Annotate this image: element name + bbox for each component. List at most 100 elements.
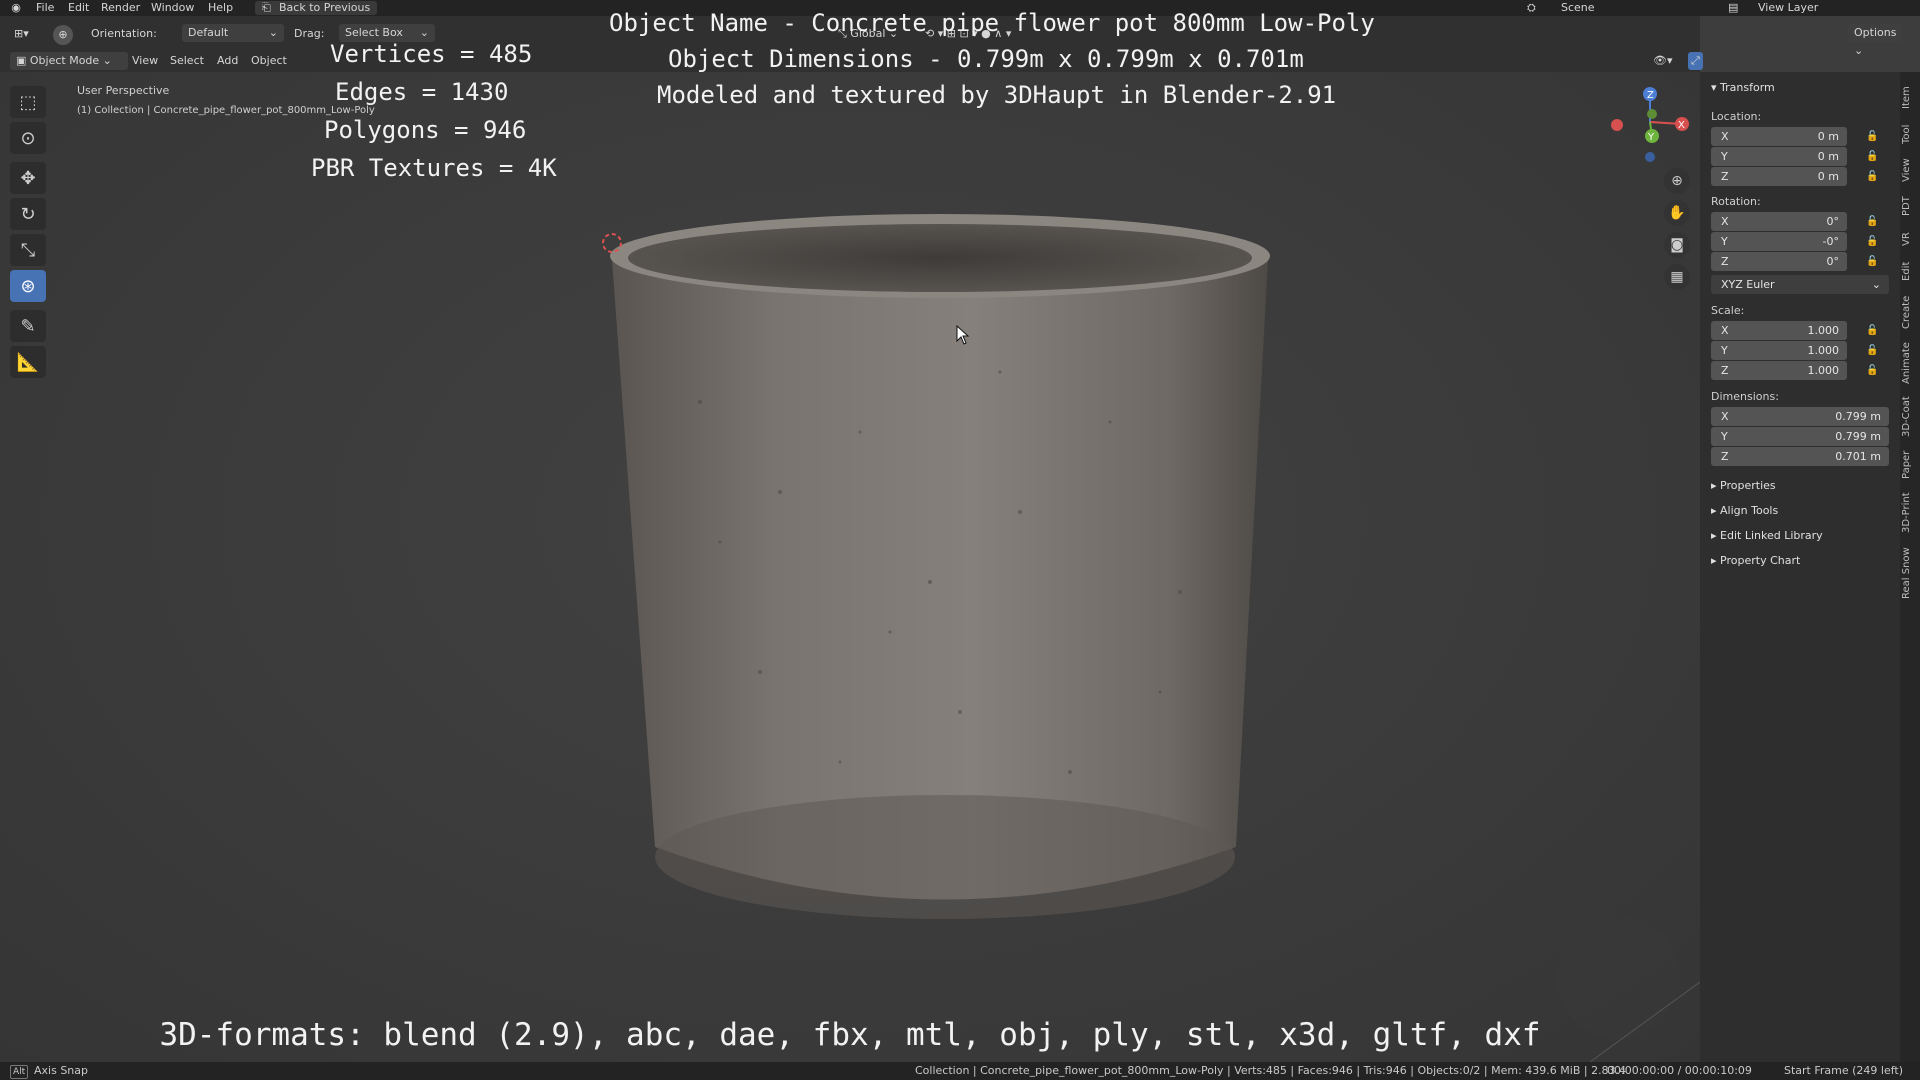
tab-item[interactable]: Item	[1901, 84, 1919, 112]
axis-label: Z	[1721, 450, 1729, 463]
axis-label: X	[1721, 130, 1729, 143]
section-title: Edit Linked Library	[1720, 529, 1823, 542]
lock-icon[interactable]: 🔓	[1866, 325, 1878, 337]
options-label: Options	[1854, 26, 1897, 39]
axis-label: X	[1721, 215, 1729, 228]
tab-pdt[interactable]: PDT	[1901, 192, 1919, 220]
menu-help[interactable]: Help	[208, 0, 233, 16]
menu-select[interactable]: Select	[170, 52, 204, 70]
view-layer-icon[interactable]: ▤	[1728, 0, 1738, 16]
tab-real-snow[interactable]: Real Snow	[1901, 544, 1919, 602]
viewport-collection-label: (1) Collection | Concrete_pipe_flower_po…	[77, 105, 375, 116]
scale-z-field[interactable]: Z 1.000	[1711, 361, 1847, 380]
lock-icon[interactable]: 🔓	[1866, 365, 1878, 377]
viewport-scene: Z X Y	[602, 87, 1700, 1062]
dimensions-z-field[interactable]: Z 0.701 m	[1711, 447, 1889, 466]
lock-icon[interactable]: 🔓	[1866, 151, 1878, 163]
pan-hand-icon[interactable]: ✋	[1664, 200, 1690, 226]
tab-3d-coat[interactable]: 3D-Coat	[1901, 394, 1919, 440]
axis-label: Y	[1721, 150, 1728, 163]
zoom-icon[interactable]: ⊕	[1664, 168, 1690, 194]
menu-window[interactable]: Window	[151, 0, 194, 16]
back-icon: ⎗	[262, 1, 271, 14]
scale-y-field[interactable]: Y 1.000	[1711, 341, 1847, 360]
alt-key-icon: Alt	[10, 1065, 29, 1079]
tab-tool[interactable]: Tool	[1901, 120, 1919, 148]
rotate-tool-icon[interactable]: ↻	[10, 198, 46, 230]
rotation-x-field[interactable]: X 0°	[1711, 212, 1847, 231]
lock-icon[interactable]: 🔓	[1866, 256, 1878, 268]
rotation-y-field[interactable]: Y -0°	[1711, 232, 1847, 251]
measure-tool-icon[interactable]: 📐	[10, 346, 46, 378]
section-title: Properties	[1720, 479, 1776, 492]
blender-logo-icon[interactable]: ◉	[8, 0, 24, 16]
dimensions-y-field[interactable]: Y 0.799 m	[1711, 427, 1889, 446]
transform-header[interactable]: ▾ Transform	[1711, 81, 1775, 94]
menu-file[interactable]: File	[36, 0, 54, 16]
tab-paper[interactable]: Paper	[1901, 448, 1919, 482]
object-mode-icon: ▣	[16, 54, 30, 67]
ortho-grid-icon[interactable]: ▦	[1664, 264, 1690, 290]
location-y-field[interactable]: Y 0 m	[1711, 147, 1847, 166]
annotate-tool-icon[interactable]: ✎	[10, 310, 46, 342]
drag-label: Drag:	[294, 27, 325, 40]
overlay-object-name: Object Name - Concrete pipe flower pot 8…	[609, 9, 1375, 37]
axis-label: Y	[1721, 235, 1728, 248]
menu-object[interactable]: Object	[251, 52, 287, 70]
tab-create[interactable]: Create	[1901, 292, 1919, 332]
lock-icon[interactable]: 🔓	[1866, 131, 1878, 143]
field-value: 0 m	[1817, 150, 1839, 163]
tab-animate[interactable]: Animate	[1901, 340, 1919, 386]
properties-section[interactable]: ▸ Properties	[1711, 479, 1776, 492]
lock-icon[interactable]: 🔓	[1866, 345, 1878, 357]
tab-vr[interactable]: VR	[1901, 228, 1919, 250]
tab-3d-print[interactable]: 3D-Print	[1901, 490, 1919, 536]
edit-linked-library-section[interactable]: ▸ Edit Linked Library	[1711, 529, 1823, 542]
visibility-icon[interactable]: 👁▾	[1653, 52, 1673, 70]
gizmo-y-label: Y	[1647, 132, 1655, 143]
lock-icon[interactable]: 🔓	[1866, 216, 1878, 228]
camera-icon[interactable]: ◙	[1664, 232, 1690, 258]
menu-view[interactable]: View	[132, 52, 158, 70]
select-box-tool-icon[interactable]: ⬚	[10, 86, 46, 118]
move-tool-icon[interactable]: ✥	[10, 162, 46, 194]
scene-icon[interactable]: ⛭	[1527, 0, 1536, 16]
align-tools-section[interactable]: ▸ Align Tools	[1711, 504, 1778, 517]
axis-label: Z	[1721, 364, 1729, 377]
property-chart-section[interactable]: ▸ Property Chart	[1711, 554, 1800, 567]
axis-label: X	[1721, 324, 1729, 337]
scale-tool-icon[interactable]: ⤡	[10, 234, 46, 266]
menu-render[interactable]: Render	[101, 0, 140, 16]
location-x-field[interactable]: X 0 m	[1711, 127, 1847, 146]
rotation-z-field[interactable]: Z 0°	[1711, 252, 1847, 271]
gizmo-toggle-icon[interactable]: ⤢	[1688, 52, 1703, 70]
pot-opening	[628, 224, 1252, 292]
rotation-mode-dropdown[interactable]: XYZ Euler ⌄	[1711, 275, 1889, 294]
tab-edit[interactable]: Edit	[1901, 258, 1919, 284]
mode-dropdown[interactable]: ▣ Object Mode ⌄	[10, 52, 128, 70]
overlay-modeled-by: Modeled and textured by 3DHaupt in Blend…	[657, 81, 1337, 109]
3d-viewport[interactable]: Z X Y User Perspective (1) Collection | …	[0, 40, 1700, 1062]
overlay-formats: 3D-formats: blend (2.9), abc, dae, fbx, …	[159, 1017, 1541, 1053]
scale-x-field[interactable]: X 1.000	[1711, 321, 1847, 340]
editor-type-icon[interactable]: ⊞▾	[14, 25, 29, 43]
transform-tool-icon[interactable]: ⊛	[10, 270, 46, 302]
lock-icon[interactable]: 🔓	[1866, 236, 1878, 248]
back-to-previous-button[interactable]: ⎗ Back to Previous	[255, 1, 378, 15]
dimensions-x-field[interactable]: X 0.799 m	[1711, 407, 1889, 426]
view-layer-name[interactable]: View Layer	[1758, 0, 1818, 16]
orientation-dropdown[interactable]: Default ⌄	[182, 24, 284, 42]
cursor-tool-icon[interactable]: ⊙	[10, 122, 46, 154]
options-dropdown[interactable]: Options ⌄	[1848, 24, 1903, 57]
transform-pivot-icon[interactable]: ⊕	[53, 25, 73, 45]
overlay-vertices: Vertices = 485	[330, 40, 533, 68]
overlay-edges: Edges = 1430	[335, 78, 509, 106]
pot-bottom-shade	[655, 795, 1235, 919]
scene-name[interactable]: Scene	[1561, 0, 1595, 16]
tab-view[interactable]: View	[1901, 156, 1919, 184]
lock-icon[interactable]: 🔓	[1866, 171, 1878, 183]
menu-edit[interactable]: Edit	[68, 0, 89, 16]
location-z-field[interactable]: Z 0 m	[1711, 167, 1847, 186]
field-value: 1.000	[1807, 364, 1840, 377]
menu-add[interactable]: Add	[217, 52, 238, 70]
